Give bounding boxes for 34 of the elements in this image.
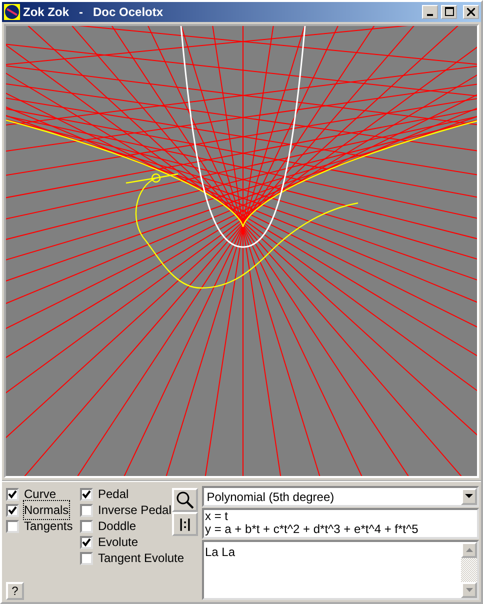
fit-button[interactable]: |:| — [172, 512, 198, 536]
close-button[interactable] — [463, 4, 479, 19]
checkbox[interactable] — [80, 488, 93, 500]
checkbox-label[interactable]: Tangent Evolute — [98, 549, 184, 567]
checkbox[interactable] — [80, 504, 93, 516]
checkbox[interactable] — [6, 504, 19, 516]
checkbox[interactable] — [80, 552, 93, 564]
maximize-icon — [444, 7, 454, 16]
close-icon — [467, 8, 475, 16]
minimize-button[interactable] — [422, 4, 438, 19]
minimize-icon — [427, 14, 434, 16]
checkbox-label[interactable]: Doddle — [98, 517, 136, 535]
checkbox-label[interactable]: Curve — [24, 485, 56, 503]
checkbox-label[interactable]: Normals — [24, 501, 69, 519]
checkbox[interactable] — [6, 488, 19, 500]
checkbox[interactable] — [80, 520, 93, 532]
checkbox[interactable] — [80, 536, 93, 548]
checkbox-label[interactable]: Pedal — [98, 485, 129, 503]
zoom-button[interactable] — [172, 488, 198, 512]
magnifier-icon — [176, 491, 194, 509]
maximize-button[interactable] — [441, 4, 458, 19]
scroll-down-icon[interactable] — [461, 582, 477, 598]
window-title: Zok Zok - Doc Ocelotx — [23, 4, 164, 21]
scroll-up-icon[interactable] — [461, 542, 477, 558]
checkbox-label[interactable]: Inverse Pedal — [98, 501, 172, 519]
checkbox-label[interactable]: Tangents — [24, 517, 73, 535]
notes-field[interactable]: La La — [202, 540, 479, 600]
checkbox-label[interactable]: Evolute — [98, 533, 138, 551]
checkbox[interactable] — [6, 520, 19, 532]
help-button[interactable]: ? — [6, 582, 24, 600]
app-icon — [4, 4, 20, 20]
curve-type-dropdown[interactable]: Polynomial (5th degree) — [202, 486, 479, 507]
scrollbar[interactable] — [461, 542, 477, 598]
formula-field[interactable]: x = t y = a + b*t + c*t^2 + d*t^3 + e*t^4 + f*t^5 — [202, 508, 479, 539]
